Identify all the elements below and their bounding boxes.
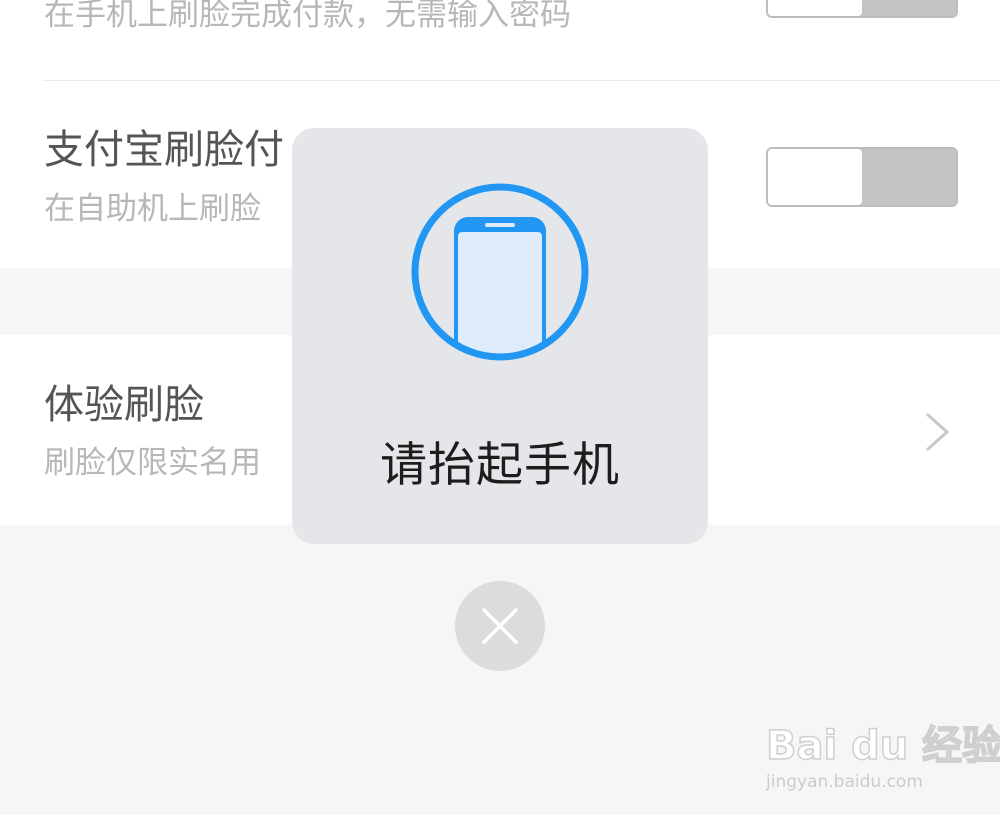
row-divider <box>42 80 1000 81</box>
kiosk-face-pay-toggle[interactable] <box>766 147 958 207</box>
chevron-right-icon[interactable] <box>916 412 956 452</box>
kiosk-face-pay-description: 在自助机上刷脸 <box>44 191 261 227</box>
phone-in-circle-icon <box>411 183 589 361</box>
watermark-url: jingyan.baidu.com <box>766 772 923 792</box>
baidu-jingyan-watermark: Bai du 经验 jingyan.baidu.com <box>765 706 1000 796</box>
dialog-message: 请抬起手机 <box>380 438 620 493</box>
toggle-knob <box>768 149 862 205</box>
toggle-knob <box>768 0 862 16</box>
phone-face-pay-toggle[interactable] <box>766 0 958 18</box>
close-icon <box>482 608 518 644</box>
phone-face-pay-description: 在手机上刷脸完成付款，无需输入密码 <box>44 0 571 33</box>
try-face-scan-description: 刷脸仅限实名用 <box>44 445 261 481</box>
watermark-logo: Bai du 经验 <box>765 723 1000 769</box>
close-button[interactable] <box>455 581 545 671</box>
try-face-scan-title: 体验刷脸 <box>44 382 204 428</box>
raise-phone-dialog: 请抬起手机 <box>292 128 708 544</box>
kiosk-face-pay-title: 支付宝刷脸付 <box>44 127 284 173</box>
